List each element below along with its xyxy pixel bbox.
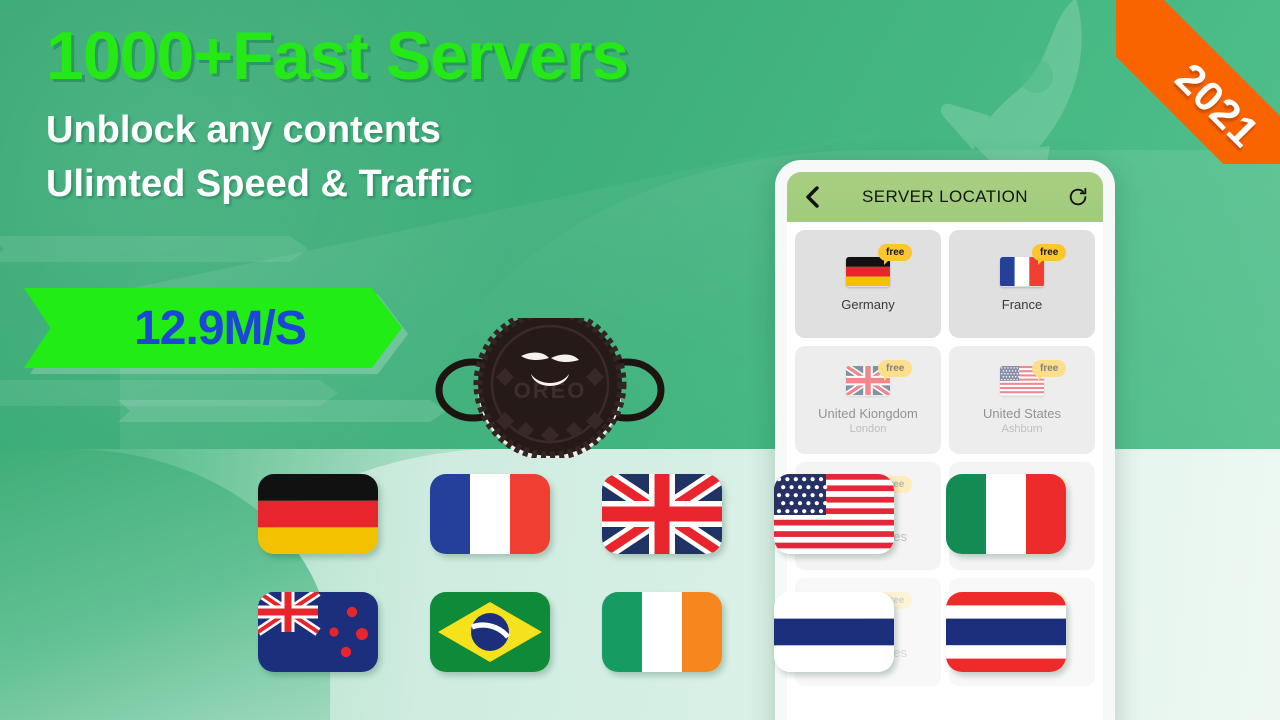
back-button[interactable]	[799, 184, 825, 210]
chevron-left-icon	[806, 186, 819, 208]
svg-text:OREO: OREO	[514, 378, 587, 403]
flag-tile-germany	[258, 474, 378, 554]
server-card[interactable]: free Germany	[795, 230, 941, 338]
app-bar-title: SERVER LOCATION	[862, 187, 1028, 206]
subline-two: Ulimted Speed & Traffic	[46, 163, 473, 206]
flag-tile-united-states	[774, 474, 894, 554]
speed-banner: 12.9M/S	[24, 288, 412, 376]
promo-banner: 1000+Fast Servers Unblock any contents U…	[0, 0, 1280, 720]
flag-tile-ireland	[602, 592, 722, 672]
server-card[interactable]: free United Kiongdom London	[795, 346, 941, 454]
year-ribbon: 2021	[1116, 0, 1280, 164]
speed-banner-arrow: 12.9M/S	[24, 288, 402, 368]
server-card[interactable]: free United States Ashburn	[949, 346, 1095, 454]
page-title: 1000+Fast Servers	[46, 18, 629, 94]
cookie-mascot: OREO	[425, 307, 675, 461]
free-badge: free	[878, 360, 913, 381]
server-city: London	[849, 422, 887, 435]
year-ribbon-label: 2021	[1166, 54, 1269, 157]
server-card[interactable]: free France	[949, 230, 1095, 338]
chevron-accent-1	[0, 236, 320, 262]
flag-showcase	[258, 474, 1068, 704]
app-bar: SERVER LOCATION	[787, 172, 1103, 222]
chevron-accent-3	[118, 400, 458, 422]
flag-tile-united-kingdom	[602, 474, 722, 554]
free-badge: free	[1032, 360, 1067, 381]
subline-one: Unblock any contents	[46, 109, 441, 151]
flag-tile-france	[430, 474, 550, 554]
flag-tile-thailand	[946, 592, 1066, 672]
free-badge: free	[878, 244, 913, 265]
server-country: Germany	[841, 296, 895, 312]
server-city: Ashburn	[1001, 422, 1043, 435]
flag-tile-new-zealand	[258, 592, 378, 672]
flag-tile-brazil	[430, 592, 550, 672]
refresh-icon	[1069, 187, 1087, 206]
server-country: France	[1001, 296, 1043, 312]
flag-tile-netherlands	[774, 592, 894, 672]
speed-value: 12.9M/S	[134, 301, 307, 355]
refresh-button[interactable]	[1065, 184, 1091, 210]
flag-tile-italy	[946, 474, 1066, 554]
year-ribbon-band: 2021	[1116, 0, 1280, 164]
server-country: United Kiongdom	[818, 405, 918, 421]
headline-block: 1000+Fast Servers Unblock any contents U…	[46, 22, 766, 211]
server-country: United States	[982, 405, 1062, 421]
free-badge: free	[1032, 244, 1067, 265]
